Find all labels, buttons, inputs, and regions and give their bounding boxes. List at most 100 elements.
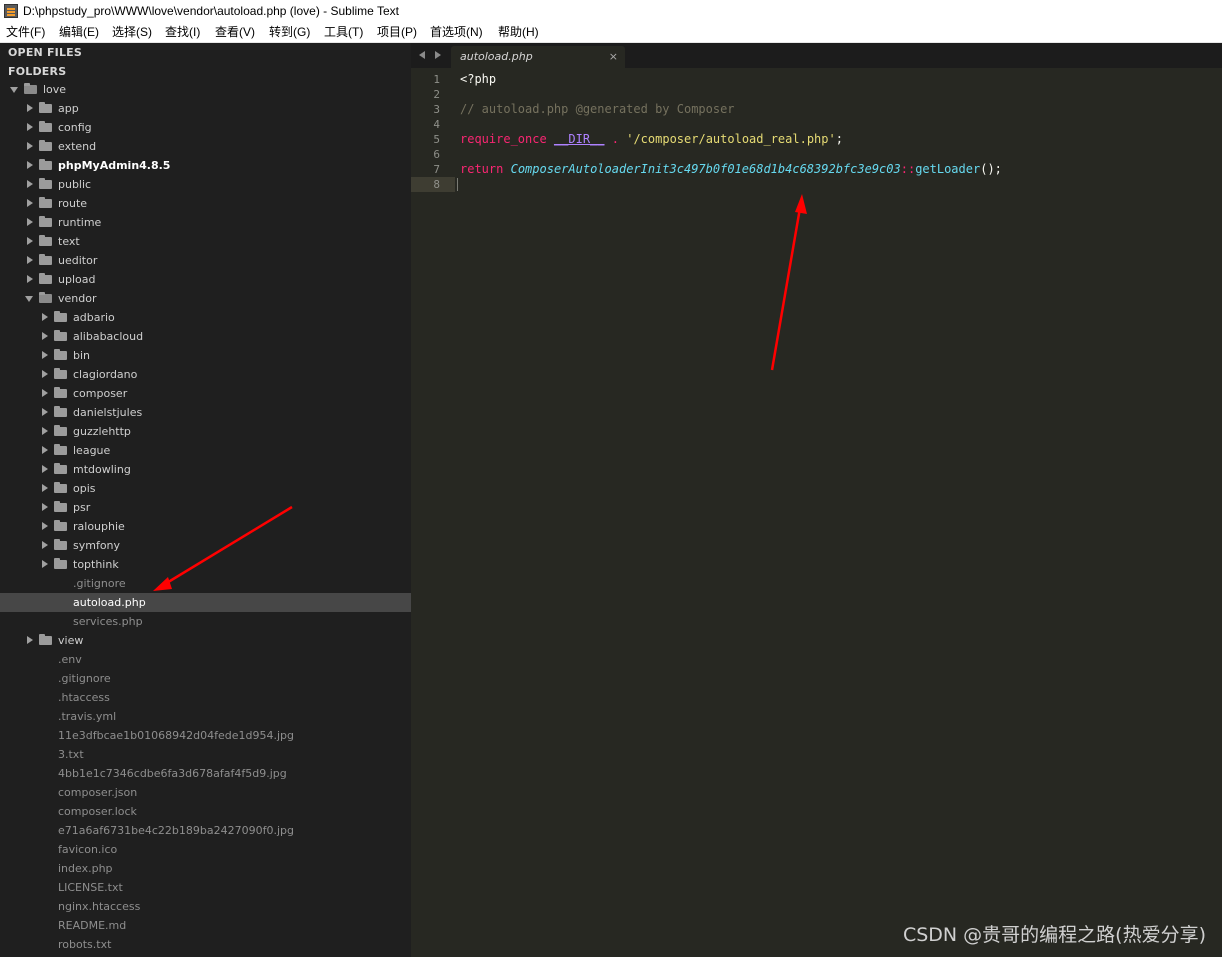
folder-item[interactable]: config [0, 118, 411, 137]
file-item[interactable]: robots.txt [0, 935, 411, 954]
folder-item[interactable]: public [0, 175, 411, 194]
chevron-right-icon[interactable] [26, 270, 36, 289]
tab-prev-icon[interactable] [419, 51, 425, 59]
folder-item[interactable]: adbario [0, 308, 411, 327]
folder-item[interactable]: route [0, 194, 411, 213]
file-item[interactable]: e71a6af6731be4c22b189ba2427090f0.jpg [0, 821, 411, 840]
folder-item[interactable]: alibabacloud [0, 327, 411, 346]
file-item[interactable]: .gitignore [0, 669, 411, 688]
chevron-right-icon[interactable] [26, 194, 36, 213]
file-item[interactable]: 3.txt [0, 745, 411, 764]
chevron-right-icon[interactable] [41, 327, 51, 346]
folder-item[interactable]: mtdowling [0, 460, 411, 479]
code-editor[interactable]: 1 <?php 2 3 // autoload.php @generated by Co… [411, 68, 1222, 957]
file-item[interactable]: 11e3dfbcae1b01068942d04fede1d954.jpg [0, 726, 411, 745]
folder-item[interactable]: guzzlehttp [0, 422, 411, 441]
menu-file[interactable]: 文件(F) [5, 22, 46, 42]
chevron-right-icon[interactable] [26, 137, 36, 156]
code-line: 8 [411, 177, 1222, 192]
folder-item[interactable]: phpMyAdmin4.8.5 [0, 156, 411, 175]
folder-icon [39, 634, 52, 645]
chevron-right-icon[interactable] [26, 251, 36, 270]
menu-selection[interactable]: 选择(S) [111, 22, 153, 42]
chevron-right-icon[interactable] [26, 175, 36, 194]
menu-edit[interactable]: 编辑(E) [58, 22, 100, 42]
line-number: 8 [433, 178, 440, 191]
folder-item[interactable]: topthink [0, 555, 411, 574]
open-files-header[interactable]: OPEN FILES [8, 46, 82, 59]
folders-header[interactable]: FOLDERS [8, 65, 66, 78]
chevron-right-icon[interactable] [26, 99, 36, 118]
code-text: // autoload.php @generated by Composer [460, 102, 735, 117]
file-item[interactable]: .gitignore [0, 574, 411, 593]
folder-item[interactable]: psr [0, 498, 411, 517]
file-item[interactable]: composer.lock [0, 802, 411, 821]
menu-tools[interactable]: 工具(T) [323, 22, 364, 42]
menu-view[interactable]: 查看(V) [214, 22, 256, 42]
chevron-right-icon[interactable] [26, 631, 36, 650]
chevron-right-icon[interactable] [26, 213, 36, 232]
folder-item[interactable]: vendor [0, 289, 411, 308]
chevron-right-icon[interactable] [26, 156, 36, 175]
folder-item[interactable]: view [0, 631, 411, 650]
folder-icon [54, 311, 67, 322]
folder-item[interactable]: ralouphie [0, 517, 411, 536]
chevron-right-icon[interactable] [41, 479, 51, 498]
chevron-right-icon[interactable] [41, 308, 51, 327]
chevron-right-icon[interactable] [41, 384, 51, 403]
folder-item[interactable]: love [0, 80, 411, 99]
chevron-right-icon[interactable] [41, 498, 51, 517]
menu-goto[interactable]: 转到(G) [268, 22, 311, 42]
folder-item[interactable]: runtime [0, 213, 411, 232]
file-item[interactable]: .travis.yml [0, 707, 411, 726]
chevron-right-icon[interactable] [41, 403, 51, 422]
chevron-down-icon[interactable] [10, 80, 20, 99]
file-item[interactable]: nginx.htaccess [0, 897, 411, 916]
menu-help[interactable]: 帮助(H) [497, 22, 540, 42]
tree-item-label: opis [73, 482, 96, 495]
code-token: return [460, 162, 504, 176]
file-item[interactable]: 4bb1e1c7346cdbe6fa3d678afaf4f5d9.jpg [0, 764, 411, 783]
tab-autoload-php[interactable]: autoload.php × [451, 46, 625, 68]
folder-icon [39, 197, 52, 208]
chevron-right-icon[interactable] [26, 118, 36, 137]
chevron-right-icon[interactable] [41, 441, 51, 460]
folder-item[interactable]: bin [0, 346, 411, 365]
folder-item[interactable]: extend [0, 137, 411, 156]
folder-item[interactable]: ueditor [0, 251, 411, 270]
folder-item[interactable]: clagiordano [0, 365, 411, 384]
file-item[interactable]: .env [0, 650, 411, 669]
folder-item[interactable]: app [0, 99, 411, 118]
tree-item-label: .gitignore [58, 672, 111, 685]
file-item[interactable]: .htaccess [0, 688, 411, 707]
folder-item[interactable]: danielstjules [0, 403, 411, 422]
menu-find[interactable]: 查找(I) [164, 22, 201, 42]
code-text: <?php [460, 72, 496, 87]
chevron-right-icon[interactable] [41, 460, 51, 479]
chevron-right-icon[interactable] [41, 346, 51, 365]
file-item[interactable]: autoload.php [0, 593, 411, 612]
chevron-right-icon[interactable] [41, 365, 51, 384]
file-item[interactable]: composer.json [0, 783, 411, 802]
chevron-right-icon[interactable] [41, 422, 51, 441]
chevron-down-icon[interactable] [25, 289, 35, 308]
folder-item[interactable]: symfony [0, 536, 411, 555]
folder-item[interactable]: text [0, 232, 411, 251]
folder-item[interactable]: league [0, 441, 411, 460]
menu-preferences[interactable]: 首选项(N) [429, 22, 484, 42]
close-icon[interactable]: × [609, 46, 618, 68]
chevron-right-icon[interactable] [41, 555, 51, 574]
folder-item[interactable]: opis [0, 479, 411, 498]
chevron-right-icon[interactable] [41, 517, 51, 536]
menu-project[interactable]: 项目(P) [376, 22, 418, 42]
folder-item[interactable]: composer [0, 384, 411, 403]
file-item[interactable]: favicon.ico [0, 840, 411, 859]
file-item[interactable]: README.md [0, 916, 411, 935]
chevron-right-icon[interactable] [26, 232, 36, 251]
tab-next-icon[interactable] [435, 51, 441, 59]
file-item[interactable]: services.php [0, 612, 411, 631]
file-item[interactable]: index.php [0, 859, 411, 878]
chevron-right-icon[interactable] [41, 536, 51, 555]
file-item[interactable]: LICENSE.txt [0, 878, 411, 897]
folder-item[interactable]: upload [0, 270, 411, 289]
